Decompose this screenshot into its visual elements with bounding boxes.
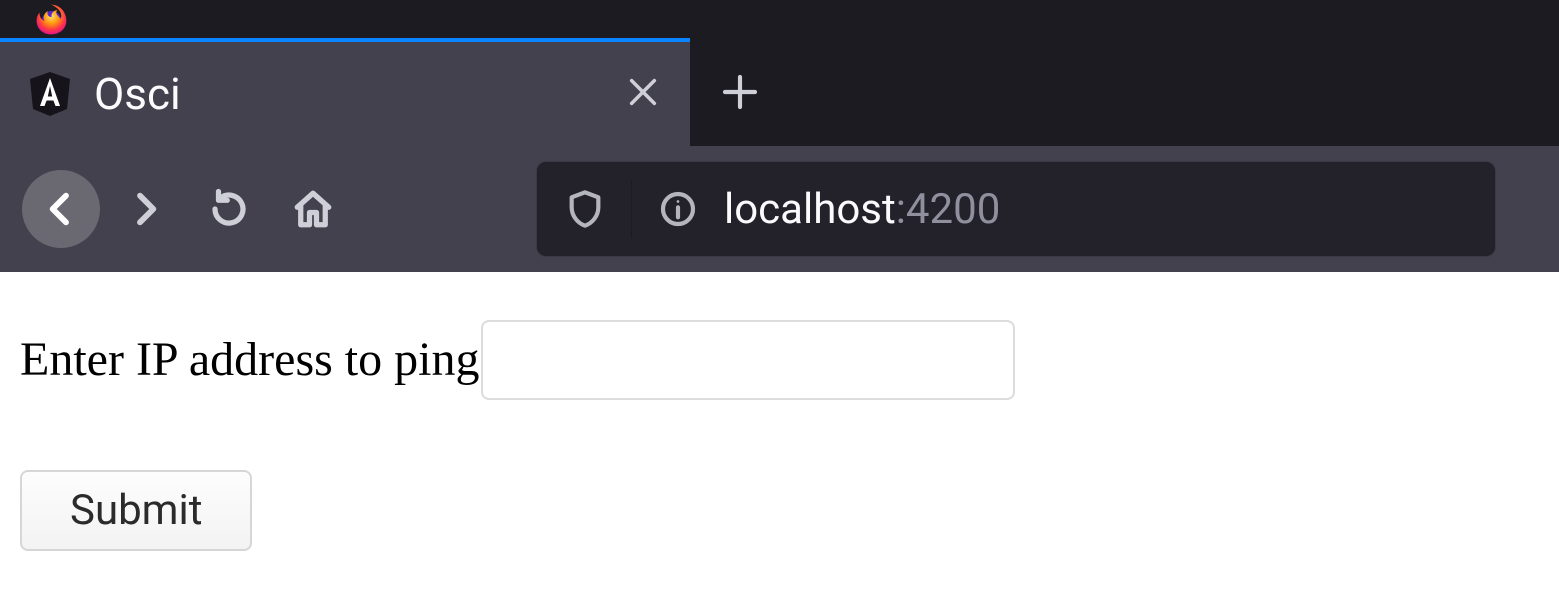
- ip-address-input[interactable]: [481, 320, 1015, 400]
- angular-shield-icon: [30, 72, 70, 116]
- tab-strip: Osci: [0, 38, 1559, 146]
- reload-button[interactable]: [190, 170, 268, 248]
- url-host: localhost: [724, 185, 896, 234]
- url-divider: [631, 180, 632, 238]
- url-text[interactable]: localhost:4200: [724, 185, 1000, 234]
- navigation-toolbar: localhost:4200: [0, 146, 1559, 272]
- ip-label: Enter IP address to ping: [20, 331, 479, 389]
- shield-icon[interactable]: [565, 189, 605, 229]
- firefox-icon: [35, 3, 67, 35]
- submit-button[interactable]: Submit: [20, 470, 252, 551]
- url-bar[interactable]: localhost:4200: [536, 161, 1496, 257]
- ip-form-row: Enter IP address to ping: [20, 320, 1539, 400]
- tab-title: Osci: [94, 68, 606, 120]
- home-button[interactable]: [274, 170, 352, 248]
- new-tab-button[interactable]: [690, 38, 790, 146]
- info-icon[interactable]: [658, 189, 698, 229]
- page-content: Enter IP address to ping Submit: [0, 272, 1559, 599]
- forward-button[interactable]: [106, 170, 184, 248]
- back-button[interactable]: [22, 170, 100, 248]
- close-tab-icon[interactable]: [626, 72, 660, 116]
- window-titlebar: [0, 0, 1559, 38]
- url-port: :4200: [896, 185, 1001, 234]
- browser-tab-active[interactable]: Osci: [0, 38, 690, 146]
